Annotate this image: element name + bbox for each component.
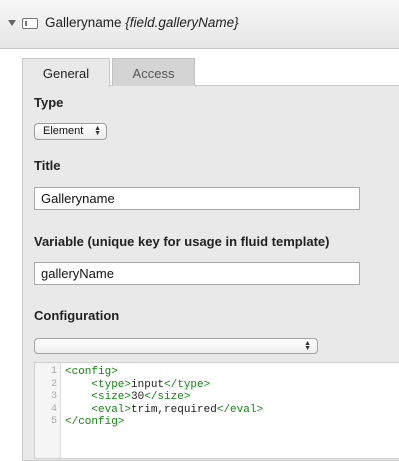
- xml-close-tag: </eval>: [216, 403, 264, 416]
- chevron-down-icon[interactable]: [8, 20, 16, 26]
- line-number: 4: [50, 403, 57, 415]
- type-select[interactable]: Element ▲ ▼: [34, 123, 107, 140]
- xml-open-tag: <size>: [91, 391, 132, 403]
- line-number: 1: [50, 366, 57, 377]
- field-name: Galleryname: [45, 15, 122, 30]
- xml-text: 30: [131, 391, 145, 403]
- tab-general[interactable]: General: [22, 58, 110, 87]
- tab-access[interactable]: Access: [112, 58, 195, 86]
- title-input[interactable]: [34, 187, 360, 210]
- field-header-title: Galleryname {field.galleryName}: [45, 15, 239, 30]
- xml-open-tag: <config>: [65, 366, 118, 378]
- xml-text: trim,required: [131, 403, 217, 416]
- xml-text: input: [131, 378, 165, 391]
- title-label: Title: [34, 158, 61, 173]
- code-line: </config>: [65, 416, 124, 428]
- xml-close-tag: </type>: [164, 378, 211, 391]
- type-label: Type: [34, 95, 64, 110]
- field-variable-hint: {field.galleryName}: [125, 15, 239, 30]
- input-field-icon: [22, 18, 38, 29]
- line-number-gutter: 12345: [35, 363, 61, 458]
- code-line: <size>30</size>: [65, 391, 190, 403]
- updown-arrows-icon: ▲ ▼: [304, 340, 311, 352]
- xml-open-tag: <type>: [91, 378, 132, 391]
- configuration-preset-select[interactable]: ▲ ▼: [34, 338, 318, 354]
- code-line: <config>: [65, 366, 118, 378]
- line-number: 2: [50, 378, 57, 390]
- code-line: <type>input</type>: [65, 379, 210, 391]
- xml-close-tag: </size>: [144, 391, 191, 403]
- xml-open-tag: <eval>: [91, 403, 132, 416]
- configuration-label: Configuration: [34, 308, 120, 323]
- configuration-code-editor[interactable]: 12345 <config> <type>input</type> <size>…: [34, 362, 399, 459]
- type-select-value: Element: [43, 125, 84, 137]
- line-number: 5: [50, 416, 57, 427]
- variable-input[interactable]: [34, 262, 360, 285]
- variable-label: Variable (unique key for usage in fluid …: [34, 234, 330, 249]
- code-line: <eval>trim,required</eval>: [65, 404, 263, 416]
- line-number: 3: [50, 391, 57, 402]
- xml-open-tag: </config>: [65, 416, 125, 428]
- field-header[interactable]: Galleryname {field.galleryName}: [0, 0, 399, 49]
- updown-arrows-icon: ▲ ▼: [94, 125, 101, 137]
